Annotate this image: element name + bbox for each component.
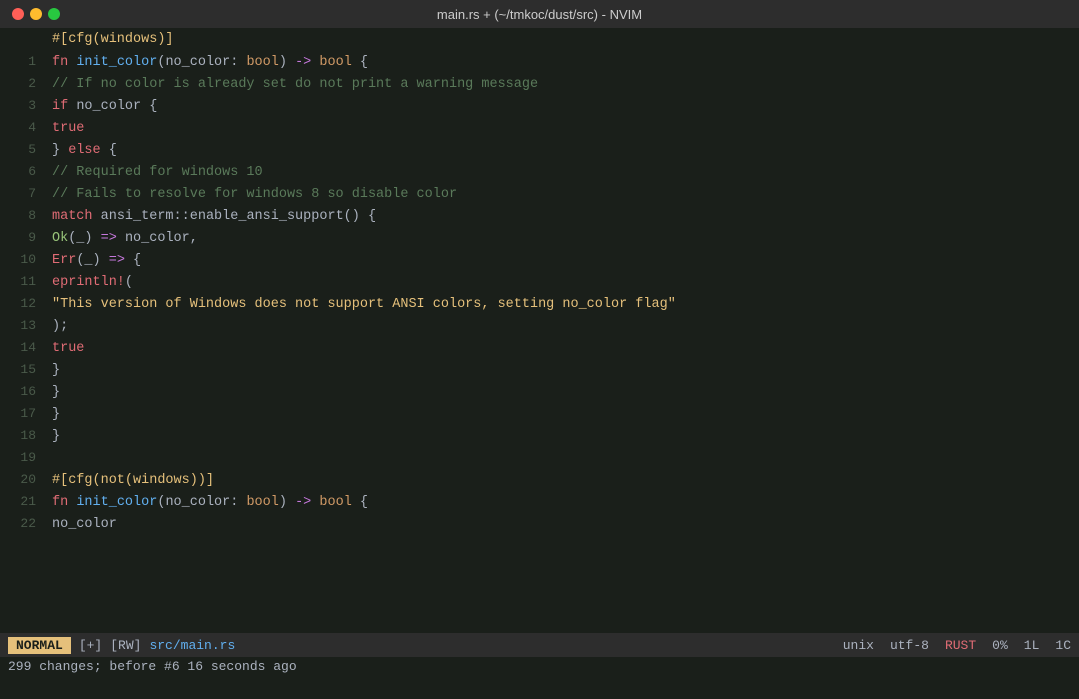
- vim-mode-badge: NORMAL: [8, 637, 71, 654]
- status-bar: NORMAL [+] [RW] src/main.rs unix utf-8 R…: [0, 633, 1079, 657]
- code-line: 14 true: [0, 340, 1079, 362]
- line-number: 7: [8, 186, 36, 201]
- line-content: // Fails to resolve for windows 8 so dis…: [52, 187, 457, 202]
- line-number: 18: [8, 428, 36, 443]
- line-number: 12: [8, 296, 36, 311]
- code-line: 3 if no_color {: [0, 98, 1079, 120]
- line-content: #[cfg(not(windows))]: [52, 473, 214, 488]
- line-number: 11: [8, 274, 36, 289]
- code-line: 8 match ansi_term::enable_ansi_support()…: [0, 208, 1079, 230]
- minimize-button[interactable]: [30, 8, 42, 20]
- code-line: #[cfg(windows)]: [0, 32, 1079, 54]
- window-title: main.rs + (~/tmkoc/dust/src) - NVIM: [437, 7, 642, 22]
- line-content: // Required for windows 10: [52, 165, 263, 180]
- line-number: 9: [8, 230, 36, 245]
- close-button[interactable]: [12, 8, 24, 20]
- message-text: 299 changes; before #6 16 seconds ago: [8, 659, 297, 674]
- filetype-badge: RUST: [945, 638, 976, 653]
- line-content: true: [52, 341, 84, 356]
- line-content: match ansi_term::enable_ansi_support() {: [52, 209, 376, 224]
- line-content: #[cfg(windows)]: [52, 32, 174, 47]
- code-line: 5 } else {: [0, 142, 1079, 164]
- line-content: }: [52, 363, 60, 378]
- message-line: 299 changes; before #6 16 seconds ago: [0, 657, 1079, 679]
- code-line: 6 // Required for windows 10: [0, 164, 1079, 186]
- line-number: 14: [8, 340, 36, 355]
- traffic-lights: [12, 8, 60, 20]
- code-line: 16 }: [0, 384, 1079, 406]
- code-line: 17 }: [0, 406, 1079, 428]
- file-format: unix: [843, 638, 874, 653]
- line-content: }: [52, 429, 60, 444]
- line-number: 22: [8, 516, 36, 531]
- status-right-section: unix utf-8 RUST 0% 1L 1C: [843, 638, 1071, 653]
- modified-indicator: [+]: [79, 638, 102, 653]
- line-number: 8: [8, 208, 36, 223]
- file-encoding: utf-8: [890, 638, 929, 653]
- code-line: 11 eprintln!(: [0, 274, 1079, 296]
- line-number: 2: [8, 76, 36, 91]
- maximize-button[interactable]: [48, 8, 60, 20]
- code-line: 18 }: [0, 428, 1079, 450]
- code-line: 1 fn init_color(no_color: bool) -> bool …: [0, 54, 1079, 76]
- line-content: Err(_) => {: [52, 253, 141, 268]
- code-line: 22 no_color: [0, 516, 1079, 538]
- line-content: }: [52, 385, 60, 400]
- line-number: 17: [8, 406, 36, 421]
- code-line: 2 // If no color is already set do not p…: [0, 76, 1079, 98]
- line-content: // If no color is already set do not pri…: [52, 77, 538, 92]
- line-number: 13: [8, 318, 36, 333]
- code-line: 4 true: [0, 120, 1079, 142]
- line-number: 10: [8, 252, 36, 267]
- line-content: if no_color {: [52, 99, 157, 114]
- line-number: 20: [8, 472, 36, 487]
- line-number: 15: [8, 362, 36, 377]
- line-content: } else {: [52, 143, 117, 158]
- line-content: );: [52, 319, 68, 334]
- code-line: 13 );: [0, 318, 1079, 340]
- code-line: 20 #[cfg(not(windows))]: [0, 472, 1079, 494]
- line-content: fn init_color(no_color: bool) -> bool {: [52, 495, 368, 510]
- line-content: no_color: [52, 517, 117, 532]
- line-content: }: [52, 407, 60, 422]
- line-number: 3: [8, 98, 36, 113]
- line-content: eprintln!(: [52, 275, 133, 290]
- line-content: "This version of Windows does not suppor…: [52, 297, 676, 312]
- code-line: 12 "This version of Windows does not sup…: [0, 296, 1079, 318]
- line-number: 5: [8, 142, 36, 157]
- readwrite-indicator: [RW]: [110, 638, 141, 653]
- line-content: fn init_color(no_color: bool) -> bool {: [52, 55, 368, 70]
- line-number: 21: [8, 494, 36, 509]
- filename-display: src/main.rs: [149, 638, 235, 653]
- col-indicator: 1C: [1055, 638, 1071, 653]
- title-bar: main.rs + (~/tmkoc/dust/src) - NVIM: [0, 0, 1079, 28]
- line-content: true: [52, 121, 84, 136]
- line-number: 1: [8, 54, 36, 69]
- code-line: 10 Err(_) => {: [0, 252, 1079, 274]
- code-line: 7 // Fails to resolve for windows 8 so d…: [0, 186, 1079, 208]
- code-line: 19: [0, 450, 1079, 472]
- code-line: 15 }: [0, 362, 1079, 384]
- line-content: Ok(_) => no_color,: [52, 231, 198, 246]
- code-line: 9 Ok(_) => no_color,: [0, 230, 1079, 252]
- editor-area[interactable]: #[cfg(windows)] 1 fn init_color(no_color…: [0, 28, 1079, 633]
- line-number: 19: [8, 450, 36, 465]
- line-number: 6: [8, 164, 36, 179]
- code-line: 21 fn init_color(no_color: bool) -> bool…: [0, 494, 1079, 516]
- scroll-percent: 0%: [992, 638, 1008, 653]
- line-number: 16: [8, 384, 36, 399]
- line-indicator: 1L: [1024, 638, 1040, 653]
- line-number: 4: [8, 120, 36, 135]
